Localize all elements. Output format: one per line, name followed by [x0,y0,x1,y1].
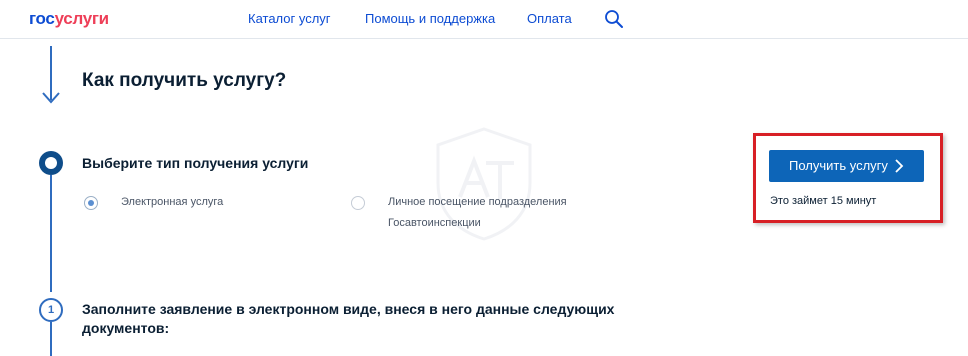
search-icon[interactable] [604,9,624,29]
radio-electronic-service[interactable] [84,196,98,210]
nav-catalog-link[interactable]: Каталог услуг [248,11,331,27]
step-number-badge: 1 [39,298,63,322]
arrow-down-icon [42,92,60,104]
step1-title: Выберите тип получения услуги [82,155,309,171]
step2-title: Заполните заявление в электронном виде, … [82,301,615,336]
radio-label-personal[interactable]: Личное посещение подразделения Госавтоин… [388,192,588,234]
radio-label-electronic[interactable]: Электронная услуга [121,192,223,213]
timeline-line-middle [50,175,52,292]
get-service-button[interactable]: Получить услугу [769,150,924,182]
radio-personal-visit[interactable] [351,196,365,210]
get-service-button-label: Получить услугу [789,158,888,173]
timeline-line-bottom [50,322,52,356]
nav-help-link[interactable]: Помощь и поддержка [365,11,495,27]
top-header: госуслуги Каталог услуг Помощь и поддерж… [0,0,968,39]
nav-payment-link[interactable]: Оплата [527,11,572,27]
radio-label-personal-line2: Госавтоинспекции [388,217,481,229]
chevron-right-icon [895,159,904,173]
active-step-marker [39,151,63,175]
logo-part-gos: гос [29,9,55,28]
page-title: Как получить услугу? [82,70,287,91]
duration-note: Это займет 15 минут [770,195,877,207]
radio-label-personal-line1: Личное посещение подразделения [388,196,567,208]
gosuslugi-logo[interactable]: госуслуги [29,10,109,28]
logo-part-uslugi: услуги [54,9,110,28]
